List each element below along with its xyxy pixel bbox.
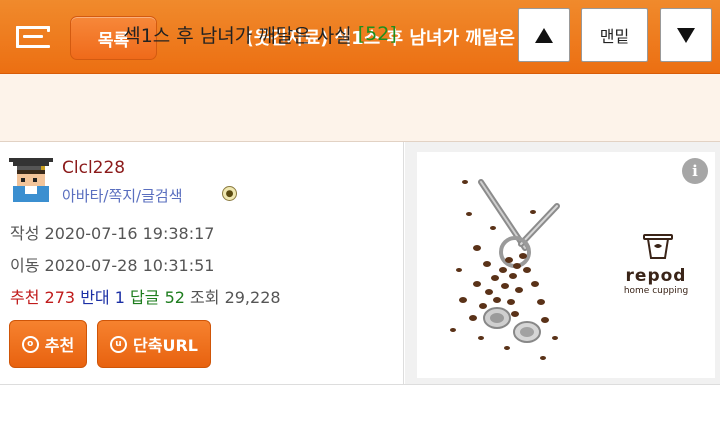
short-url-button[interactable]: u 단축URL [97, 320, 211, 368]
ad-brand-tagline: home cupping [623, 286, 689, 296]
scroll-down-button[interactable] [660, 8, 712, 62]
section-divider [0, 384, 720, 385]
written-date: 2020-07-16 19:38:17 [44, 224, 215, 243]
recommend-button[interactable]: o 추천 [9, 320, 87, 368]
oppose-label: 반대 [80, 288, 110, 307]
moved-date-row: 이동 2020-07-28 10:31:51 [10, 252, 214, 276]
oppose-count: 1 [114, 288, 125, 307]
level-badge-icon: ● [222, 186, 237, 201]
written-date-row: 작성 2020-07-16 19:38:17 [10, 220, 214, 244]
scroll-up-button[interactable] [518, 8, 570, 62]
coffee-capsule-icon [643, 234, 673, 259]
recommend-circle-icon: o [21, 335, 39, 353]
ad-banner[interactable] [405, 142, 720, 384]
short-url-button-label: 단축URL [133, 336, 198, 355]
moved-label: 이동 [10, 256, 40, 275]
ad-brand-panel[interactable] [599, 152, 715, 378]
moved-date: 2020-07-28 10:31:51 [44, 256, 215, 275]
written-label: 작성 [10, 224, 40, 243]
ad-product-image[interactable] [417, 152, 599, 378]
arrow-down-icon [677, 27, 695, 43]
ad-brand-name: repod [625, 266, 687, 286]
views-label: 조회 [190, 288, 220, 307]
post-title-bar [0, 74, 720, 142]
avatar[interactable] [9, 158, 53, 202]
author-nickname[interactable]: Clcl228 [62, 158, 125, 178]
comment-count[interactable]: [52] [358, 23, 397, 45]
arrow-up-icon [535, 27, 553, 43]
ad-info-icon[interactable]: i [682, 158, 708, 184]
recommend-count: 273 [44, 288, 76, 307]
scroll-bottom-button[interactable]: 맨밑 [581, 8, 648, 62]
coffee-beans-image [450, 179, 560, 360]
author-links[interactable]: 아바타/쪽지/글검색 [62, 185, 183, 206]
reply-count: 52 [164, 288, 185, 307]
recommend-button-label: 추천 [44, 336, 75, 355]
post-title: 섹1스 후 남녀가 깨달은 사실 [52] [20, 0, 500, 68]
url-circle-icon: u [110, 335, 128, 353]
views-count: 29,228 [224, 288, 281, 307]
recommend-label: 추천 [10, 288, 40, 307]
reply-label: 답글 [130, 288, 160, 307]
post-title-text: 섹1스 후 남녀가 깨달은 사실 [123, 24, 352, 47]
post-stats: 추천 273 반대 1 답글 52 조회 29,228 [10, 284, 281, 308]
